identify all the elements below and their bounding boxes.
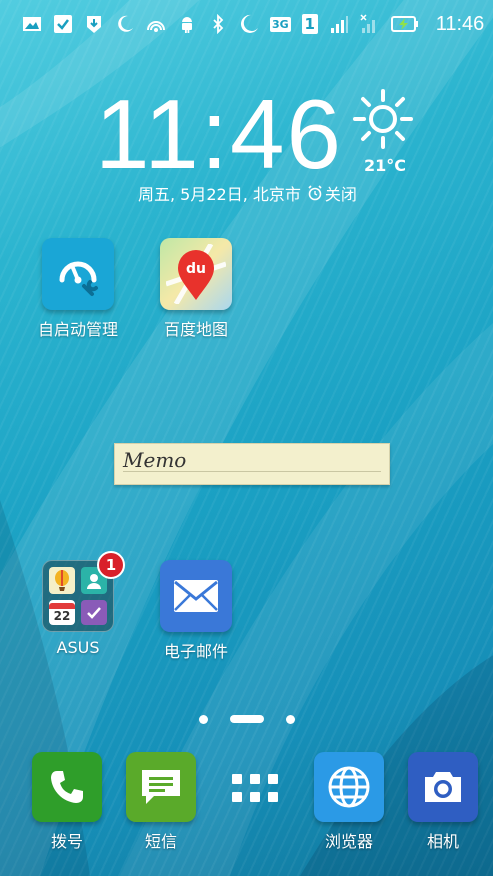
calendar-app-mini-icon: 22 <box>49 600 75 625</box>
wifi-hotspot-icon <box>146 13 166 35</box>
do-not-disturb-icon <box>239 13 259 35</box>
date-text: 周五, 5月22日, 北京市 <box>138 185 301 204</box>
bluetooth-icon <box>208 13 228 35</box>
gallery-icon <box>22 13 42 35</box>
speedometer-wrench-icon <box>42 238 114 310</box>
phone-icon <box>32 752 102 822</box>
clock-widget[interactable]: 11:46 <box>95 78 343 191</box>
dock-dialer[interactable]: 拨号 <box>22 752 112 852</box>
clock-separator: : <box>200 79 230 189</box>
network-3g-badge: 3G <box>270 16 291 32</box>
alarm-status: 关闭 <box>307 181 357 205</box>
dock-messages[interactable]: 短信 <box>116 752 206 852</box>
download-icon <box>84 13 104 35</box>
app-autostart-manager[interactable]: 自启动管理 <box>28 238 128 340</box>
notification-badge: 1 <box>97 551 125 579</box>
moon-icon <box>115 13 135 35</box>
battery-charging-icon <box>390 13 419 35</box>
envelope-icon <box>160 560 232 632</box>
sun-icon[interactable] <box>352 88 414 150</box>
camera-icon <box>408 752 478 822</box>
no-signal-icon <box>360 13 380 35</box>
app-email[interactable]: 电子邮件 <box>146 560 246 662</box>
all-apps-button[interactable] <box>232 774 278 804</box>
app-baidu-map[interactable]: du 百度地图 <box>146 238 246 340</box>
dock-label: 拨号 <box>50 832 83 851</box>
app-label: 电子邮件 <box>163 642 228 661</box>
clock-hours: 11 <box>95 79 201 189</box>
status-bar-time: 11:46 <box>435 12 485 35</box>
page-dot[interactable] <box>285 714 295 724</box>
app-label: 自启动管理 <box>37 320 118 339</box>
dock-label: 短信 <box>144 832 177 851</box>
dock-camera[interactable]: 相机 <box>398 752 488 852</box>
clock-minutes: 46 <box>229 79 343 189</box>
temperature: 21°C <box>364 156 407 175</box>
page-indicator[interactable] <box>0 712 493 726</box>
check-icon <box>53 13 73 35</box>
baidu-du-text: du <box>186 261 206 277</box>
folder-asus[interactable]: 22 1 ASUS <box>28 551 128 657</box>
map-pin-icon: du <box>160 238 232 310</box>
date-line[interactable]: 周五, 5月22日, 北京市 关闭 <box>138 181 357 205</box>
alarm-label: 关闭 <box>324 185 357 204</box>
sim-slot-badge: 1 <box>301 13 318 35</box>
globe-icon <box>314 752 384 822</box>
dock-label: 浏览器 <box>324 832 373 851</box>
message-icon <box>126 752 196 822</box>
folder-icon: 22 1 <box>42 551 125 632</box>
alarm-clock-icon <box>308 185 322 201</box>
signal-icon <box>329 13 349 35</box>
page-dot[interactable] <box>198 714 208 724</box>
balloon-app-mini-icon <box>49 567 75 594</box>
tasks-app-mini-icon <box>81 600 107 625</box>
memo-text: Memo <box>123 448 187 472</box>
page-dot-current[interactable] <box>229 715 264 723</box>
status-bar[interactable]: 3G 1 11:46 <box>0 0 493 48</box>
calendar-date: 22 <box>53 608 71 623</box>
app-label: 百度地图 <box>163 320 228 339</box>
dock-browser[interactable]: 浏览器 <box>304 752 394 852</box>
memo-widget[interactable]: Memo <box>114 443 390 485</box>
android-icon <box>177 13 197 35</box>
folder-label: ASUS <box>56 638 100 657</box>
dock-label: 相机 <box>426 832 459 851</box>
